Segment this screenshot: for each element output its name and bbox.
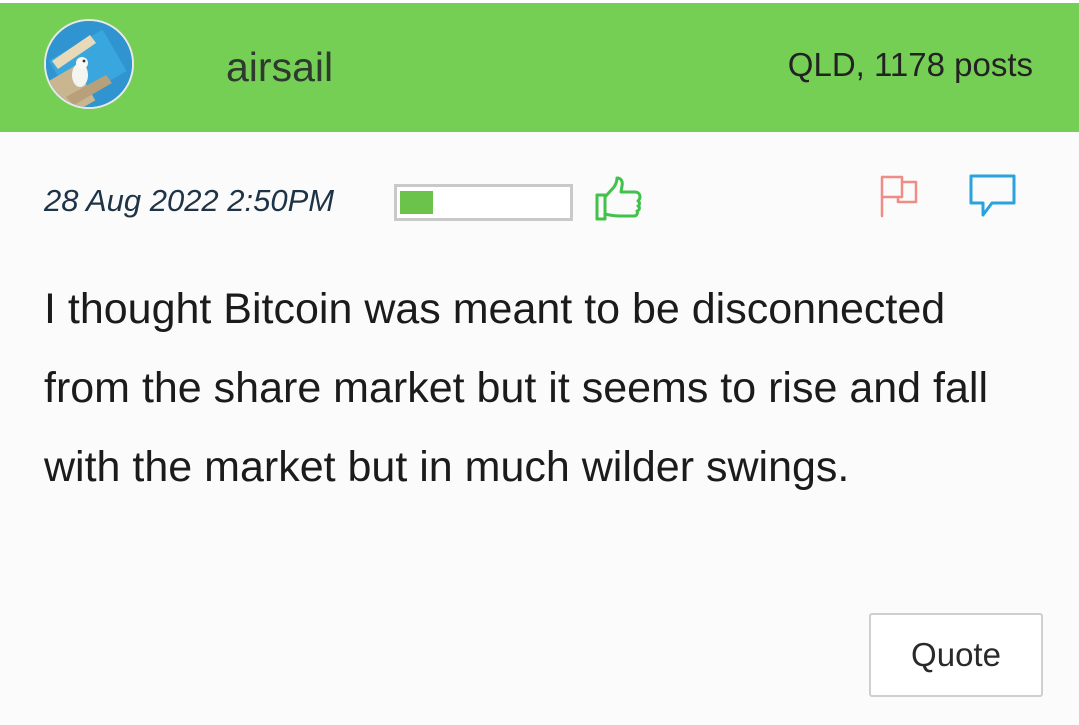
author-location-post-count: QLD, 1178 posts: [787, 46, 1033, 83]
speech-bubble-icon[interactable]: [968, 172, 1018, 220]
flag-icon[interactable]: [878, 172, 920, 218]
post-body-text: I thought Bitcoin was meant to be discon…: [44, 285, 989, 491]
user-avatar[interactable]: [44, 19, 134, 109]
post-timestamp: 28 Aug 2022 2:50PM: [44, 183, 335, 218]
post-author-header: airsail QLD, 1178 posts: [0, 0, 1079, 132]
author-username[interactable]: airsail: [226, 47, 333, 88]
post-rating-fill: [400, 191, 433, 214]
avatar-image: [46, 21, 132, 107]
post-rating-bar: [394, 184, 573, 221]
thumbs-up-icon[interactable]: [594, 175, 644, 223]
quote-button[interactable]: Quote: [869, 613, 1043, 697]
